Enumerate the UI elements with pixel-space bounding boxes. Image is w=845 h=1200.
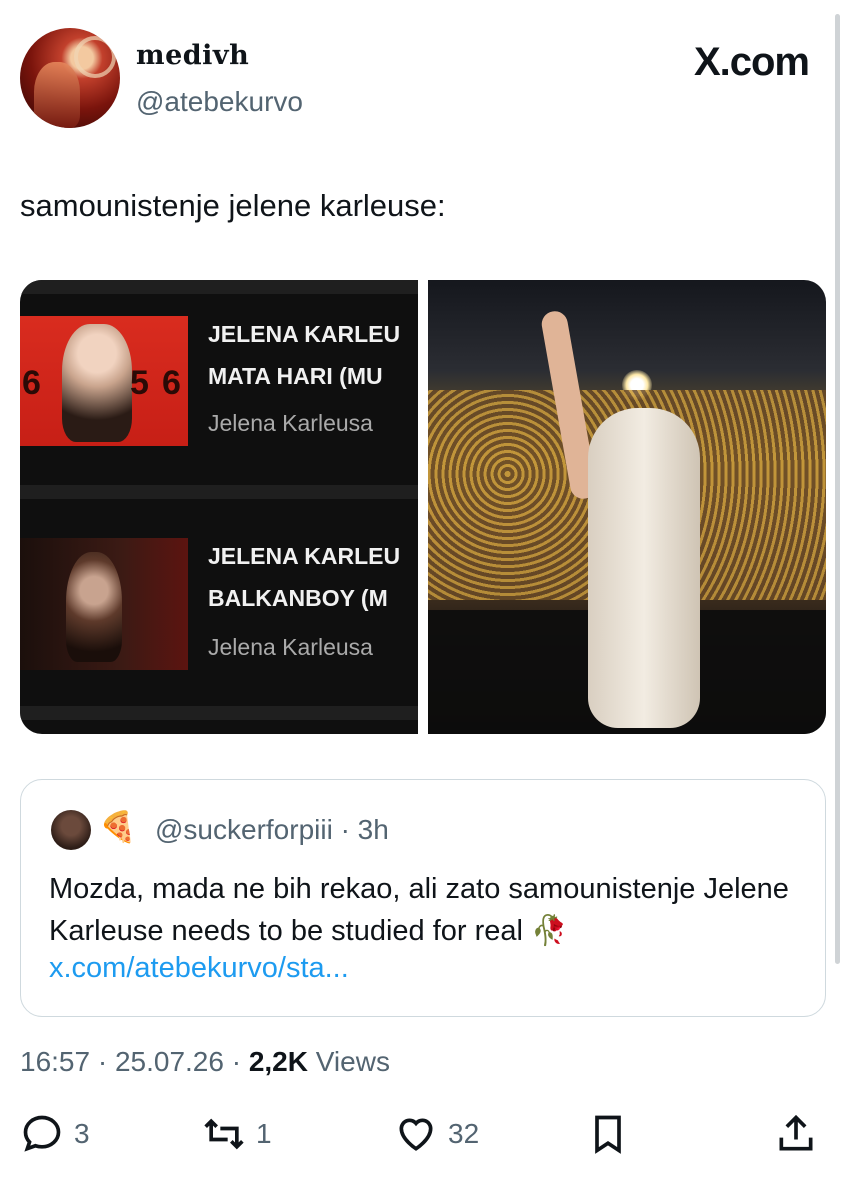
video-title-line: BALKANBOY (M <box>208 585 388 611</box>
repost-button[interactable]: 1 <box>202 1112 272 1156</box>
bookmark-button[interactable] <box>586 1112 630 1156</box>
reply-count: 3 <box>74 1118 90 1149</box>
author-handle[interactable]: @atebekurvo <box>136 86 303 118</box>
video-thumbnail-balkanboy <box>20 538 188 670</box>
quoted-tweet[interactable]: 🍕 @suckerforpiii · 3h Mozda, mada ne bih… <box>20 779 826 1017</box>
video-title-line: JELENA KARLEU <box>208 543 401 569</box>
like-icon <box>399 1118 433 1151</box>
tweet-meta: 16:57 · 25.07.26 · 2,2K Views <box>20 1046 390 1078</box>
repost-icon <box>204 1118 244 1150</box>
quote-link[interactable]: x.com/atebekurvo/sta... <box>49 952 349 985</box>
performer-figure <box>588 408 700 728</box>
thumb-number: 6 <box>22 364 41 402</box>
tweet-timestamp[interactable]: 16:57 · 25.07.26 · <box>20 1046 249 1077</box>
thumb-number: 5 <box>130 364 149 402</box>
tweet-actions: 3 1 32 <box>20 1112 826 1162</box>
video-thumbnail-mata-hari: 6 5 6 <box>20 316 188 446</box>
views-count: 2,2K <box>248 1046 308 1077</box>
thumb-figure <box>62 324 132 442</box>
video-channel: Jelena Karleusa <box>208 634 373 660</box>
list-divider <box>20 706 418 720</box>
like-button[interactable]: 32 <box>394 1112 479 1156</box>
reply-icon <box>23 1115 61 1152</box>
repost-count: 1 <box>256 1118 272 1149</box>
views-label: Views <box>307 1046 390 1077</box>
avatar-ring-decoration <box>74 36 116 78</box>
like-count: 32 <box>448 1118 480 1149</box>
thumb-number: 6 <box>162 364 181 402</box>
reply-button[interactable]: 3 <box>20 1112 90 1156</box>
tweet-text: samounistenje jelene karleuse: <box>20 188 446 223</box>
quote-text: Mozda, mada ne bih rekao, ali zato samou… <box>49 873 789 947</box>
share-icon <box>779 1114 813 1151</box>
display-name-text: medivh <box>136 40 250 71</box>
pizza-emoji: 🍕 <box>99 811 137 844</box>
share-button[interactable] <box>774 1112 818 1156</box>
media-screenshot-video-list[interactable]: 6 5 6 JELENA KARLEU MATA HARI (MU Jelena… <box>20 280 418 734</box>
author-display-name[interactable]: medivh <box>136 40 255 71</box>
media-concert-photo[interactable] <box>428 280 826 734</box>
video-channel: Jelena Karleusa <box>208 410 373 436</box>
list-divider <box>20 485 418 499</box>
bookmark-icon <box>595 1115 621 1154</box>
thumb-figure <box>66 552 122 662</box>
video-title-line: MATA HARI (MU <box>208 363 383 389</box>
video-title-line: JELENA KARLEU <box>208 321 401 347</box>
author-avatar[interactable] <box>20 28 120 128</box>
quote-avatar[interactable] <box>51 810 91 850</box>
brand-logo: X.com <box>693 40 810 84</box>
scrollbar[interactable] <box>835 14 840 964</box>
list-divider <box>20 280 418 294</box>
quote-handle-time[interactable]: @suckerforpiii · 3h <box>155 814 389 846</box>
tweet-media[interactable]: 6 5 6 JELENA KARLEU MATA HARI (MU Jelena… <box>20 280 826 734</box>
avatar-figure <box>34 62 80 128</box>
